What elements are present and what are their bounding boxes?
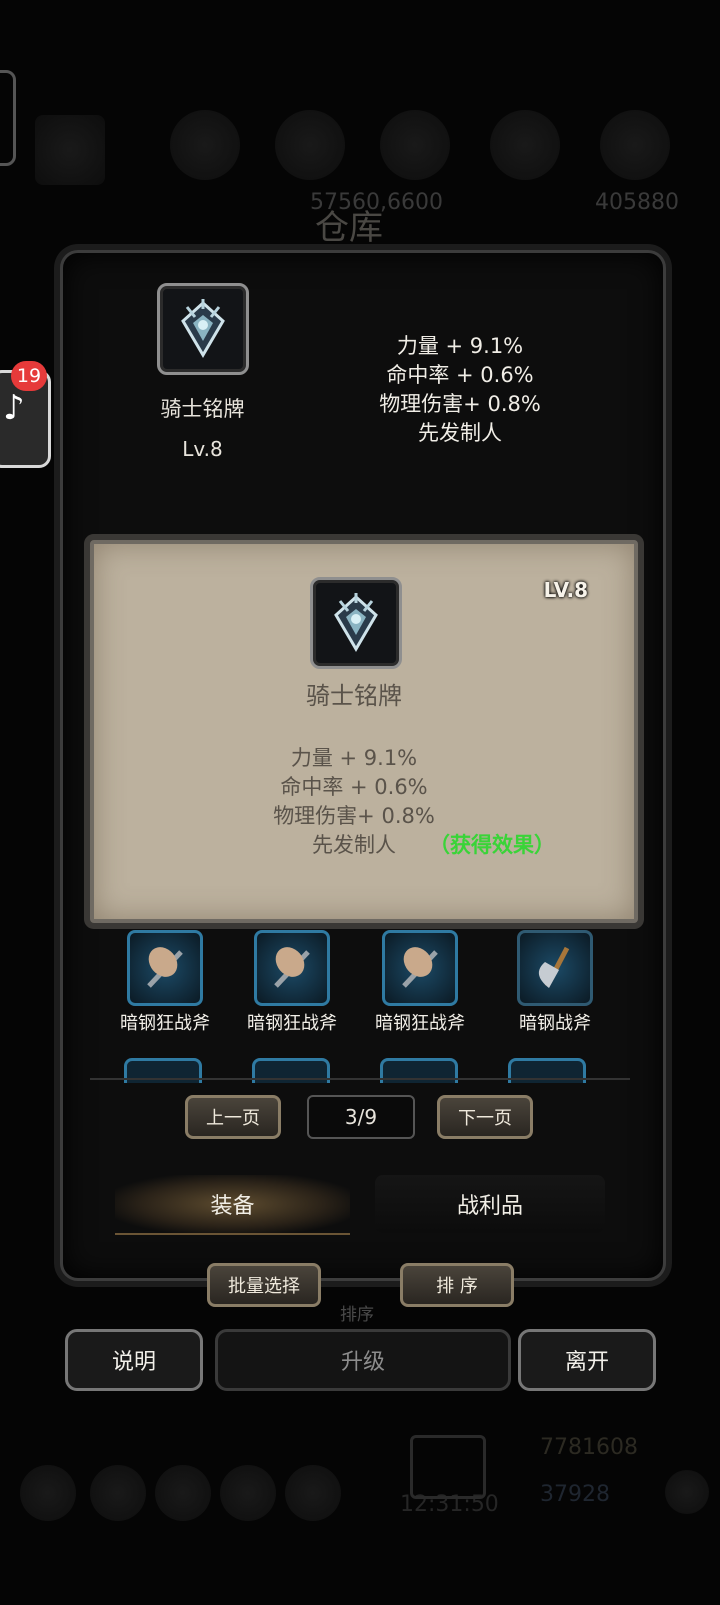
bg-gem-value: 37928	[540, 1482, 610, 1507]
knight-badge-icon	[334, 593, 378, 652]
bg-menu-icon	[220, 1465, 276, 1521]
help-button[interactable]: 说明	[65, 1329, 203, 1391]
berserker-axe-icon	[147, 947, 183, 988]
bg-resource-icon	[600, 110, 670, 180]
app-icon: ♪	[3, 388, 25, 428]
bg-menu-icon	[90, 1465, 146, 1521]
bg-menu-icon	[20, 1465, 76, 1521]
next-page-button[interactable]: 下一页	[437, 1095, 533, 1139]
grid-slot	[382, 930, 458, 1006]
grid-slot	[127, 930, 203, 1006]
stat-line: 先发制人	[418, 421, 502, 445]
grid-bottom-rule	[90, 1078, 630, 1080]
grid-item-label: 暗钢战斧	[519, 1013, 591, 1034]
knight-badge-icon	[181, 299, 225, 358]
page-indicator: 3/9	[307, 1095, 415, 1139]
card-item-name: 骑士铭牌	[306, 682, 402, 710]
bg-menu-icon	[155, 1465, 211, 1521]
leave-button[interactable]: 离开	[518, 1329, 656, 1391]
tab-equipment[interactable]: 装备	[115, 1175, 350, 1235]
bg-portrait-icon	[35, 115, 105, 185]
card-stats: 力量 + 9.1% 命中率 + 0.6% 物理伤害+ 0.8% 先发制人	[254, 744, 454, 860]
bg-add-icon	[665, 1470, 709, 1514]
tab-loot[interactable]: 战利品	[375, 1175, 605, 1233]
grid-item-label: 暗钢狂战斧	[375, 1013, 465, 1034]
grid-item[interactable]: 暗钢狂战斧	[360, 930, 480, 1035]
stat-line: 物理伤害+ 0.8%	[273, 804, 435, 828]
grid-item[interactable]: 暗钢狂战斧	[105, 930, 225, 1035]
side-tab	[0, 70, 16, 166]
battle-axe-icon	[538, 946, 570, 988]
floating-app-bubble[interactable]: ♪ 19	[0, 361, 51, 468]
grid-slot	[517, 930, 593, 1006]
bg-chest-icon	[410, 1435, 486, 1499]
card-item-slot	[310, 577, 402, 669]
card-level: LV.8	[543, 578, 588, 602]
warehouse-title: 仓库	[315, 208, 383, 248]
bg-resource-icon	[275, 110, 345, 180]
item-stats-top: 力量 + 9.1% 命中率 + 0.6% 物理伤害+ 0.8% 先发制人	[360, 332, 560, 448]
grid-item-label: 暗钢狂战斧	[247, 1013, 337, 1034]
bg-menu-icon	[285, 1465, 341, 1521]
grid-slot	[254, 930, 330, 1006]
stat-line: 力量 + 9.1%	[290, 746, 418, 770]
item-name: 骑士铭牌	[160, 397, 245, 421]
selected-item-slot[interactable]	[157, 283, 249, 375]
bg-resource-icon	[380, 110, 450, 180]
bg-gold-value: 7781608	[540, 1435, 638, 1460]
effect-link[interactable]: （获得效果）	[429, 829, 555, 859]
sort-button[interactable]: 排 序	[400, 1263, 514, 1307]
bg-number: 405880	[595, 190, 679, 215]
batch-select-button[interactable]: 批量选择	[207, 1263, 321, 1307]
item-detail-card: LV.8 骑士铭牌 力量 + 9.1% 命中率 + 0.6% 物理伤害+ 0.8…	[90, 540, 638, 923]
grid-item-label: 暗钢狂战斧	[120, 1013, 210, 1034]
upgrade-button[interactable]: 升级	[215, 1329, 511, 1391]
berserker-axe-icon	[402, 947, 438, 988]
bg-sort-label: 排序	[340, 1305, 374, 1325]
bg-resource-icon	[490, 110, 560, 180]
stat-line: 力量 + 9.1%	[396, 334, 524, 358]
prev-page-button[interactable]: 上一页	[185, 1095, 281, 1139]
berserker-axe-icon	[274, 947, 310, 988]
stat-line: 命中率 + 0.6%	[280, 775, 428, 799]
stat-line: 物理伤害+ 0.8%	[379, 392, 541, 416]
stat-line: 命中率 + 0.6%	[386, 363, 534, 387]
notification-count-badge: 19	[11, 361, 47, 391]
grid-item[interactable]: 暗钢狂战斧	[232, 930, 352, 1035]
stat-line: 先发制人	[312, 833, 396, 857]
bg-resource-icon	[170, 110, 240, 180]
grid-item[interactable]: 暗钢战斧	[495, 930, 615, 1035]
item-level: Lv.8	[182, 437, 223, 461]
